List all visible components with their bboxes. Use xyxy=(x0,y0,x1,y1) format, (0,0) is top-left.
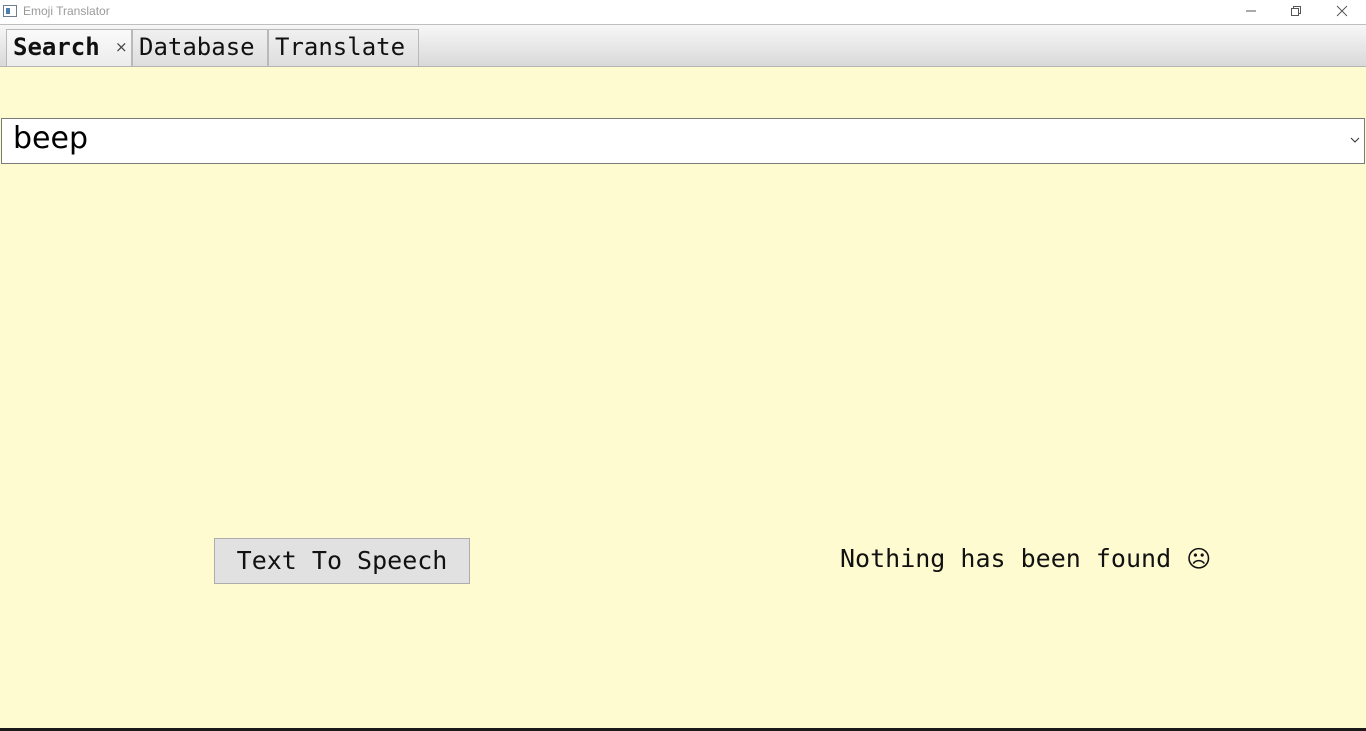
app-icon xyxy=(3,5,17,17)
tab-translate[interactable]: Translate xyxy=(268,29,419,66)
tab-database[interactable]: Database xyxy=(132,29,268,66)
text-to-speech-button[interactable]: Text To Speech xyxy=(214,538,470,584)
title-bar[interactable]: Emoji Translator xyxy=(0,0,1366,24)
close-icon xyxy=(1336,5,1348,17)
status-message: Nothing has been found ☹ xyxy=(840,544,1211,573)
app-window: Emoji Translator Search × Database Trans… xyxy=(0,0,1366,731)
status-message-text: Nothing has been found xyxy=(840,544,1172,573)
tab-strip: Search × Database Translate xyxy=(0,24,1366,67)
close-window-button[interactable] xyxy=(1319,0,1365,24)
minimize-icon xyxy=(1246,10,1256,12)
search-combobox[interactable]: beep xyxy=(1,118,1365,164)
restore-button[interactable] xyxy=(1273,0,1319,24)
tab-database-label: Database xyxy=(139,33,255,61)
restore-icon xyxy=(1291,6,1301,16)
tab-translate-label: Translate xyxy=(275,33,406,61)
tab-search-label: Search xyxy=(13,33,100,61)
minimize-button[interactable] xyxy=(1228,0,1274,24)
window-title: Emoji Translator xyxy=(23,4,110,18)
tab-close-icon[interactable]: × xyxy=(115,38,128,56)
chevron-down-icon[interactable] xyxy=(1350,136,1360,144)
sad-face-icon: ☹ xyxy=(1186,545,1212,573)
tab-search[interactable]: Search × xyxy=(6,29,132,66)
search-input[interactable]: beep xyxy=(13,121,88,156)
